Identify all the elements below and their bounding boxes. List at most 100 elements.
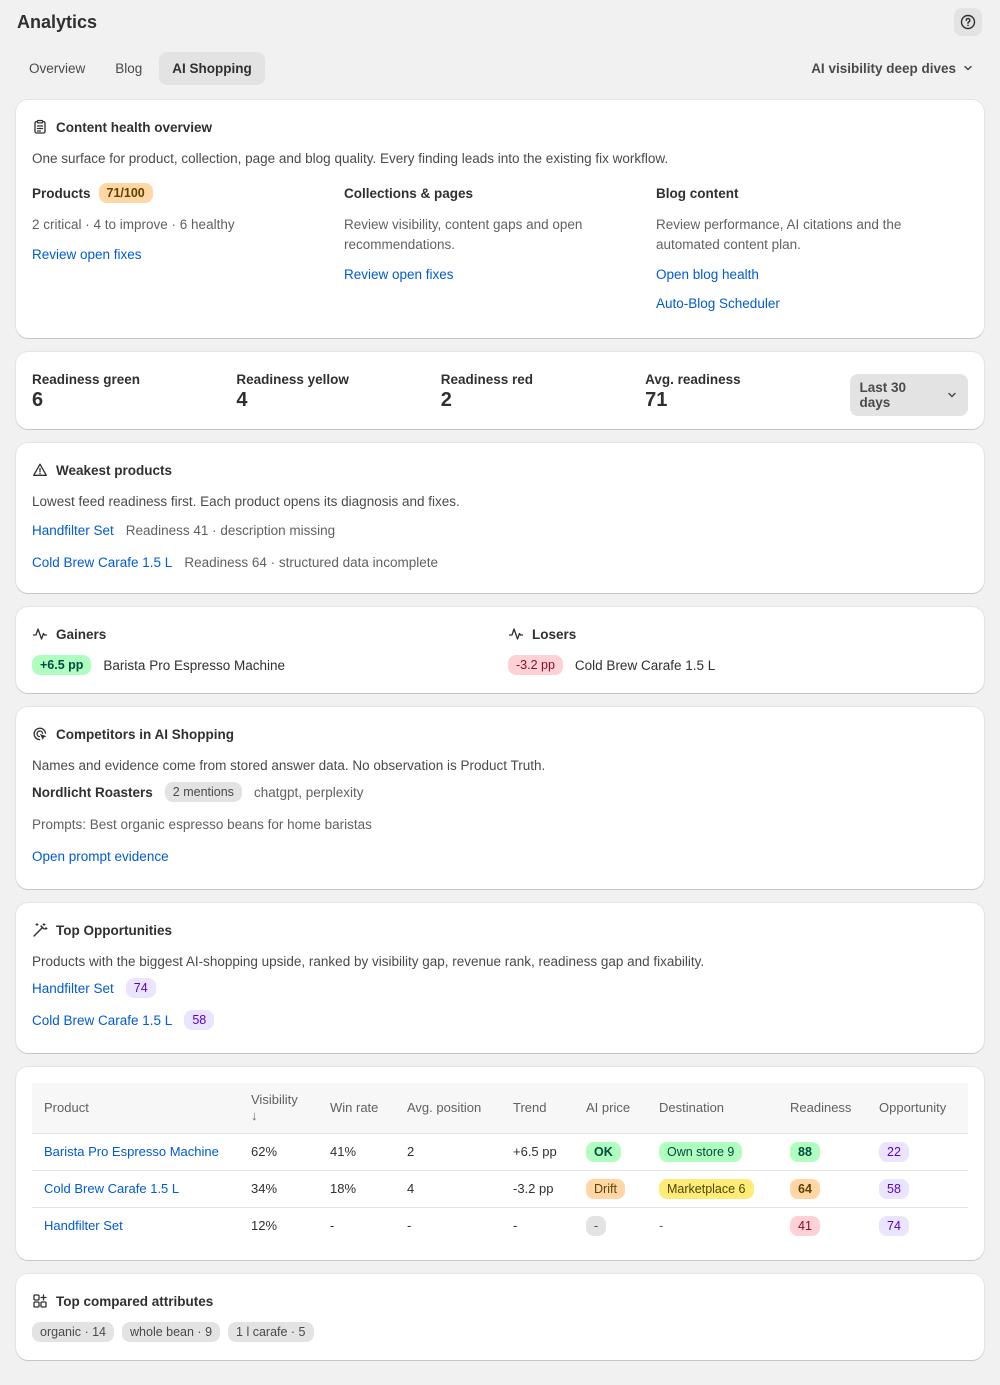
products-table-card: Product Visibility ↓ Win rate Avg. posit… xyxy=(16,1067,984,1260)
weakest-products-description: Lowest feed readiness first. Each produc… xyxy=(32,494,460,509)
weakest-item-link[interactable]: Handfilter Set xyxy=(32,523,114,538)
readiness-red-stat: Readiness red 2 xyxy=(441,372,645,412)
win-rate-cell: 41% xyxy=(318,1133,395,1171)
attribute-chip: whole bean · 9 xyxy=(122,1322,221,1342)
blog-column: Blog content Review performance, AI cita… xyxy=(656,181,968,312)
table-row[interactable]: Handfilter Set 12% - - - - - 41 74 xyxy=(32,1207,968,1244)
help-button[interactable] xyxy=(954,8,982,36)
readiness-badge: 88 xyxy=(790,1141,820,1162)
tab-bar: Overview Blog AI Shopping AI visibility … xyxy=(16,44,984,92)
losers-header: Losers xyxy=(508,623,715,645)
readiness-red-value: 2 xyxy=(440,389,452,411)
gainers-title: Gainers xyxy=(56,626,107,642)
collections-summary: Review visibility, content gaps and open… xyxy=(344,217,583,252)
content-health-columns: Products 71/100 2 critical · 4 to improv… xyxy=(32,181,968,311)
avg-readiness-label: Avg. readiness xyxy=(645,372,741,387)
auto-blog-scheduler-link[interactable]: Auto-Blog Scheduler xyxy=(656,296,968,311)
opportunity-item-link[interactable]: Handfilter Set xyxy=(32,981,114,996)
col-product-header[interactable]: Product xyxy=(32,1083,239,1134)
opportunity-score-badge: 58 xyxy=(184,1010,215,1030)
products-title-row: Products 71/100 xyxy=(32,181,344,205)
readiness-badge: 41 xyxy=(790,1215,820,1236)
content-health-title: Content health overview xyxy=(56,119,213,135)
avg-readiness-value: 71 xyxy=(645,389,668,411)
products-summary: 2 critical · 4 to improve · 6 healthy xyxy=(32,217,235,232)
opportunity-badge: 22 xyxy=(879,1141,909,1162)
col-avg-position-header[interactable]: Avg. position xyxy=(395,1083,501,1134)
readiness-card: Readiness green 6 Readiness yellow 4 Rea… xyxy=(16,352,984,429)
competitors-description: Names and evidence come from stored answ… xyxy=(32,758,546,773)
attributes-card: Top compared attributes organic · 14 who… xyxy=(16,1274,984,1360)
tab-blog[interactable]: Blog xyxy=(102,52,155,85)
loser-delta-badge: -3.2 pp xyxy=(508,655,563,675)
competitor-prompts: Prompts: Best organic espresso beans for… xyxy=(32,816,372,832)
product-link[interactable]: Handfilter Set xyxy=(44,1218,123,1233)
weakest-item: Cold Brew Carafe 1.5 L Readiness 64 · st… xyxy=(32,546,968,578)
content-health-header: Content health overview xyxy=(32,116,968,138)
blog-health-link[interactable]: Open blog health xyxy=(656,267,968,282)
collections-review-link[interactable]: Review open fixes xyxy=(344,267,656,282)
win-rate-cell: 18% xyxy=(318,1170,395,1208)
col-ai-price-header[interactable]: AI price xyxy=(574,1083,647,1134)
losers-column: Losers -3.2 pp Cold Brew Carafe 1.5 L xyxy=(508,623,715,675)
gainers-column: Gainers +6.5 pp Barista Pro Espresso Mac… xyxy=(32,623,508,675)
loser-item: -3.2 pp Cold Brew Carafe 1.5 L xyxy=(508,655,715,675)
opportunity-item: Handfilter Set 74 xyxy=(32,972,968,1004)
tab-ai-shopping[interactable]: AI Shopping xyxy=(159,51,265,85)
analytics-page: Analytics Overview Blog AI Shopping AI v… xyxy=(0,0,1000,1360)
page-title: Analytics xyxy=(17,11,98,32)
prompt-evidence-link[interactable]: Open prompt evidence xyxy=(32,840,968,872)
blog-summary: Review performance, AI citations and the… xyxy=(656,217,902,252)
col-win-rate-header[interactable]: Win rate xyxy=(318,1083,395,1134)
readiness-red-label: Readiness red xyxy=(440,372,534,387)
visibility-cell: 12% xyxy=(251,1218,278,1234)
weakest-item-detail: Readiness 64 · structured data incomplet… xyxy=(184,554,438,570)
product-link[interactable]: Cold Brew Carafe 1.5 L xyxy=(44,1181,179,1196)
tab-list: Overview Blog AI Shopping xyxy=(16,51,265,85)
readiness-green-value: 6 xyxy=(32,389,44,411)
attributes-header: Top compared attributes xyxy=(32,1290,968,1312)
weakest-item-link[interactable]: Cold Brew Carafe 1.5 L xyxy=(32,555,172,570)
deep-dives-label: AI visibility deep dives xyxy=(811,60,956,76)
blog-title: Blog content xyxy=(656,185,739,201)
col-destination-header[interactable]: Destination xyxy=(647,1083,778,1134)
deep-dives-menu[interactable]: AI visibility deep dives xyxy=(811,61,974,76)
ai-price-badge: - xyxy=(586,1215,607,1236)
trend-cell: +6.5 pp xyxy=(501,1133,574,1171)
content-health-description: One surface for product, collection, pag… xyxy=(32,151,669,166)
table-row[interactable]: Cold Brew Carafe 1.5 L 34% 18% 4 -3.2 pp… xyxy=(32,1170,968,1208)
attribute-chip: organic · 14 xyxy=(32,1322,115,1342)
tab-overview[interactable]: Overview xyxy=(16,52,98,85)
col-visibility-header[interactable]: Visibility ↓ xyxy=(239,1083,318,1134)
products-title: Products xyxy=(32,185,91,201)
collections-title: Collections & pages xyxy=(344,185,474,201)
avg-readiness-stat: Avg. readiness 71 xyxy=(645,372,849,412)
products-column: Products 71/100 2 critical · 4 to improv… xyxy=(32,181,344,311)
collections-column: Collections & pages Review visibility, c… xyxy=(344,181,656,311)
competitor-mentions-badge: 2 mentions xyxy=(164,782,242,802)
date-range-select[interactable]: Last 30 days xyxy=(849,374,968,416)
readiness-yellow-label: Readiness yellow xyxy=(236,372,349,387)
gainers-header: Gainers xyxy=(32,623,508,645)
readiness-stats: Readiness green 6 Readiness yellow 4 Rea… xyxy=(32,368,968,416)
table-row[interactable]: Barista Pro Espresso Machine 62% 41% 2 +… xyxy=(32,1133,968,1171)
destination-cell: - xyxy=(659,1218,664,1234)
chevron-down-icon xyxy=(948,392,956,398)
col-readiness-header[interactable]: Readiness xyxy=(778,1083,867,1134)
col-opportunity-header[interactable]: Opportunity xyxy=(867,1083,968,1134)
pulse-icon xyxy=(508,628,524,640)
col-trend-header[interactable]: Trend xyxy=(501,1083,574,1134)
win-rate-cell: - xyxy=(330,1218,335,1234)
clipboard-icon xyxy=(34,119,46,134)
opportunities-title: Top Opportunities xyxy=(56,922,172,938)
readiness-yellow-value: 4 xyxy=(236,389,248,411)
products-review-link[interactable]: Review open fixes xyxy=(32,247,344,262)
readiness-green-label: Readiness green xyxy=(32,372,141,387)
product-link[interactable]: Barista Pro Espresso Machine xyxy=(44,1144,219,1159)
attribute-chip: 1 l carafe · 5 xyxy=(228,1322,314,1342)
opportunity-item-link[interactable]: Cold Brew Carafe 1.5 L xyxy=(32,1013,172,1028)
pulse-icon xyxy=(32,628,48,640)
competitor-row: Nordlicht Roasters 2 mentions chatgpt, p… xyxy=(32,776,968,808)
avg-position-cell: 4 xyxy=(395,1170,501,1208)
destination-badge: Marketplace 6 xyxy=(659,1178,754,1199)
